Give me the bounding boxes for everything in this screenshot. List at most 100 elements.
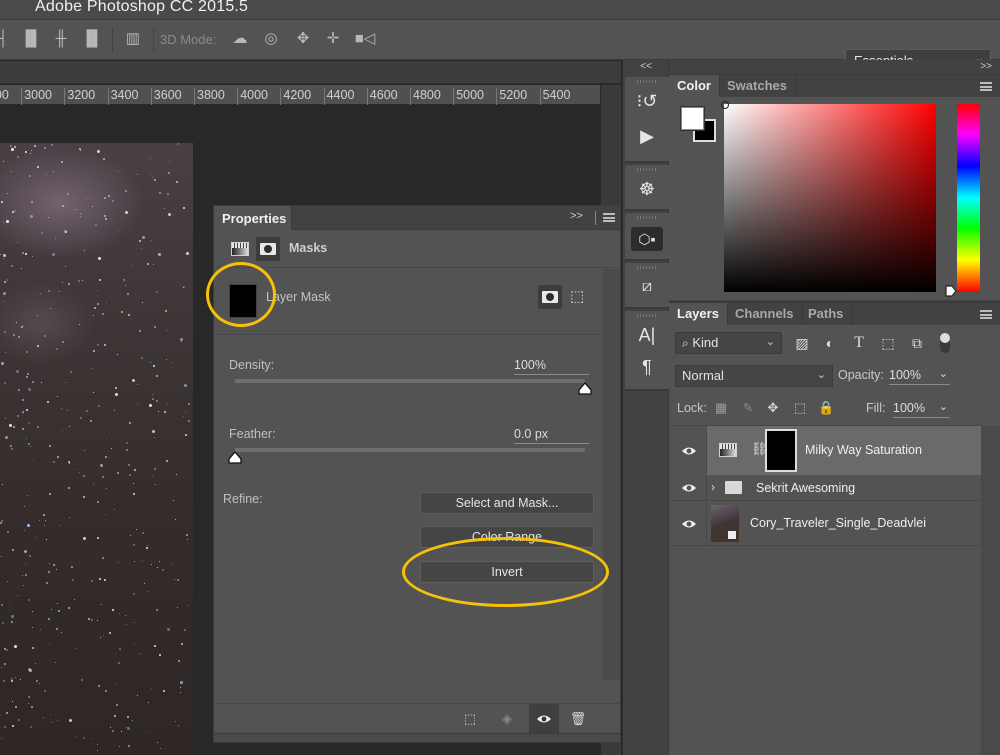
- visibility-eye-icon[interactable]: [681, 446, 697, 456]
- panel-resize-grip[interactable]: [214, 733, 620, 742]
- lock-all-icon[interactable]: 🔒: [818, 400, 834, 416]
- filter-type-layers-icon[interactable]: T: [851, 335, 867, 351]
- roll-3d-icon[interactable]: ◎: [260, 28, 282, 50]
- panel-menu-icon[interactable]: [980, 310, 992, 319]
- feather-label: Feather:: [229, 427, 276, 441]
- select-and-mask-button[interactable]: Select and Mask...: [420, 492, 594, 514]
- saturation-brightness-field[interactable]: [724, 104, 936, 292]
- color-picker-cursor[interactable]: [721, 101, 729, 109]
- align-right-edges-icon[interactable]: ▐▌: [81, 28, 103, 50]
- layer-row[interactable]: › Sekrit Awesoming: [669, 476, 981, 501]
- layer-name[interactable]: Cory_Traveler_Single_Deadvlei: [750, 516, 926, 530]
- hue-slider-thumb[interactable]: [945, 284, 957, 302]
- tab-channels[interactable]: Channels: [727, 303, 803, 325]
- density-field[interactable]: 100%: [514, 358, 589, 375]
- star: [26, 524, 30, 528]
- drag-3d-icon[interactable]: ✥: [292, 28, 314, 50]
- layer-filter-toggle[interactable]: [940, 333, 950, 353]
- milky-way-photo[interactable]: [0, 143, 193, 755]
- chevron-down-icon[interactable]: ⌄: [939, 367, 948, 380]
- color-range-button[interactable]: Color Range: [420, 526, 594, 548]
- lock-artboard-icon[interactable]: ⬚: [792, 400, 808, 416]
- tab-paths[interactable]: Paths: [800, 303, 853, 325]
- layer-name[interactable]: Milky Way Saturation: [805, 443, 922, 457]
- layer-row[interactable]: Cory_Traveler_Single_Deadvlei: [669, 502, 981, 546]
- masks-button[interactable]: [256, 237, 280, 261]
- tab-color[interactable]: Color: [669, 75, 720, 97]
- star: [26, 372, 29, 375]
- navigator-wheel-icon[interactable]: ☸: [635, 177, 659, 201]
- grip-icon[interactable]: [637, 266, 657, 269]
- layer-filter-kind-dropdown[interactable]: ⌕ Kind ⌄: [675, 332, 782, 354]
- star: [174, 519, 176, 521]
- grip-icon[interactable]: [637, 216, 657, 219]
- lock-transparent-pixels-icon[interactable]: ▦: [713, 400, 729, 416]
- star: [155, 609, 158, 612]
- scale-3d-icon[interactable]: ■◁: [354, 28, 376, 50]
- layer-name[interactable]: Sekrit Awesoming: [756, 481, 855, 495]
- trash-icon[interactable]: 🗑: [569, 710, 587, 728]
- properties-scrollbar[interactable]: [603, 269, 620, 680]
- rotate-3d-icon[interactable]: ☁: [229, 28, 251, 50]
- slide-3d-icon[interactable]: ✛: [322, 28, 344, 50]
- character-icon[interactable]: A|: [635, 323, 659, 347]
- star: [164, 411, 167, 414]
- density-slider-track[interactable]: [235, 379, 585, 383]
- feather-field[interactable]: 0.0 px: [514, 427, 589, 444]
- blend-mode-dropdown[interactable]: Normal ⌄: [675, 365, 833, 387]
- history-icon[interactable]: ⁝↺: [635, 89, 659, 113]
- tab-layers[interactable]: Layers: [669, 303, 728, 325]
- tab-swatches[interactable]: Swatches: [719, 75, 796, 97]
- 3d-icon[interactable]: ⬡▪: [631, 227, 663, 251]
- invert-button[interactable]: Invert: [420, 561, 594, 583]
- tab-properties[interactable]: Properties: [214, 206, 292, 230]
- chevron-right-icon[interactable]: ›: [711, 480, 715, 494]
- adjustments-transform-icon[interactable]: ⧄: [635, 275, 659, 299]
- adjustment-properties-icon[interactable]: [231, 242, 249, 256]
- panel-menu-icon[interactable]: [603, 213, 615, 222]
- density-slider-thumb[interactable]: [578, 382, 592, 395]
- visibility-toggle-button[interactable]: [529, 704, 559, 733]
- collapse-dock-icon[interactable]: >>: [980, 61, 992, 72]
- layer-mask-thumbnail-selected[interactable]: [765, 429, 797, 472]
- add-vector-mask-icon[interactable]: ⬚: [570, 287, 590, 307]
- actions-play-icon[interactable]: ▶: [635, 124, 659, 148]
- select-pixel-mask-button[interactable]: [538, 285, 562, 309]
- panel-toolstrip: << ⁝↺ ▶ ☸ ⬡▪ ⧄ A| ¶: [622, 60, 669, 755]
- grip-icon[interactable]: [637, 168, 657, 171]
- load-selection-icon[interactable]: ⬚: [461, 710, 479, 728]
- visibility-eye-icon[interactable]: [681, 483, 697, 493]
- collapse-panel-icon[interactable]: >>: [570, 210, 583, 222]
- foreground-color-swatch[interactable]: [681, 107, 704, 130]
- filter-smart-objects-icon[interactable]: ⧉: [909, 335, 925, 351]
- lock-position-icon[interactable]: ✥: [765, 400, 781, 416]
- layer-mask-thumbnail[interactable]: [229, 284, 257, 318]
- horizontal-ruler[interactable]: 2800 3000 3200 3400 3600 3800 4000 4200 4400 4600…: [0, 85, 600, 105]
- align-horizontal-centers-icon[interactable]: ╫: [50, 28, 72, 50]
- hue-slider[interactable]: [957, 104, 980, 292]
- star: [101, 603, 103, 605]
- distribute-icon[interactable]: ▥: [122, 28, 144, 50]
- filter-pixel-layers-icon[interactable]: ▨: [794, 335, 810, 351]
- feather-slider-thumb[interactable]: [228, 451, 242, 464]
- align-icon[interactable]: ┤: [0, 28, 14, 50]
- grip-icon[interactable]: [637, 80, 657, 83]
- lock-image-pixels-icon[interactable]: ✎: [740, 400, 756, 416]
- chevron-down-icon[interactable]: ⌄: [939, 400, 948, 413]
- star: [150, 239, 152, 241]
- paragraph-icon[interactable]: ¶: [635, 355, 659, 379]
- visibility-eye-icon[interactable]: [681, 519, 697, 529]
- filter-shape-layers-icon[interactable]: ⬚: [880, 335, 896, 351]
- layers-scrollbar[interactable]: [981, 426, 1000, 755]
- align-left-edges-icon[interactable]: ▐▌: [20, 28, 42, 50]
- hue-saturation-adjustment-icon[interactable]: [719, 443, 737, 457]
- fill-field[interactable]: 100% ⌄: [893, 401, 950, 418]
- layer-row[interactable]: ⛓ Milky Way Saturation: [669, 426, 981, 475]
- opacity-field[interactable]: 100% ⌄: [889, 368, 950, 385]
- apply-mask-icon[interactable]: ◈: [498, 710, 516, 728]
- panel-menu-icon[interactable]: [980, 82, 992, 91]
- filter-adjustment-layers-icon[interactable]: ◐: [822, 335, 838, 351]
- feather-slider-track[interactable]: [235, 448, 585, 452]
- expand-panels-icon[interactable]: <<: [623, 60, 669, 75]
- grip-icon[interactable]: [637, 314, 657, 317]
